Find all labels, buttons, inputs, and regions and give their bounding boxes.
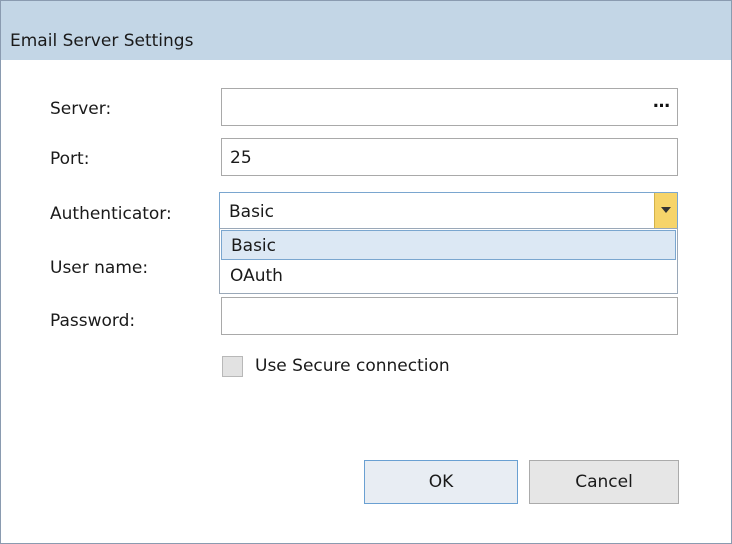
cancel-button[interactable]: Cancel	[529, 460, 679, 504]
port-value: 25	[230, 148, 252, 168]
username-label: User name:	[50, 258, 149, 278]
server-label: Server:	[50, 99, 112, 119]
email-server-settings-dialog: Email Server Settings Server: … Port: 25…	[0, 0, 732, 544]
chevron-down-icon	[661, 207, 671, 213]
option-label: Basic	[231, 236, 277, 256]
ok-button[interactable]: OK	[364, 460, 518, 504]
dropdown-option-basic[interactable]: Basic	[221, 230, 676, 260]
dropdown-arrow-button[interactable]	[654, 193, 677, 229]
password-field[interactable]	[221, 297, 678, 335]
password-label: Password:	[50, 311, 136, 331]
dialog-title: Email Server Settings	[10, 31, 194, 51]
authenticator-label: Authenticator:	[50, 204, 172, 224]
port-field[interactable]: 25	[221, 138, 678, 176]
title-bar[interactable]: Email Server Settings	[1, 1, 731, 60]
authenticator-value: Basic	[229, 202, 275, 222]
browse-server-button[interactable]: …	[653, 92, 671, 112]
port-label: Port:	[50, 149, 90, 169]
secure-connection-label[interactable]: Use Secure connection	[255, 356, 450, 376]
option-label: OAuth	[230, 266, 283, 286]
server-field[interactable]: …	[221, 88, 678, 126]
authenticator-dropdown-list: Basic OAuth	[219, 228, 678, 294]
authenticator-combobox[interactable]: Basic	[219, 192, 678, 230]
secure-connection-checkbox[interactable]	[222, 356, 243, 377]
dropdown-option-oauth[interactable]: OAuth	[221, 261, 676, 291]
